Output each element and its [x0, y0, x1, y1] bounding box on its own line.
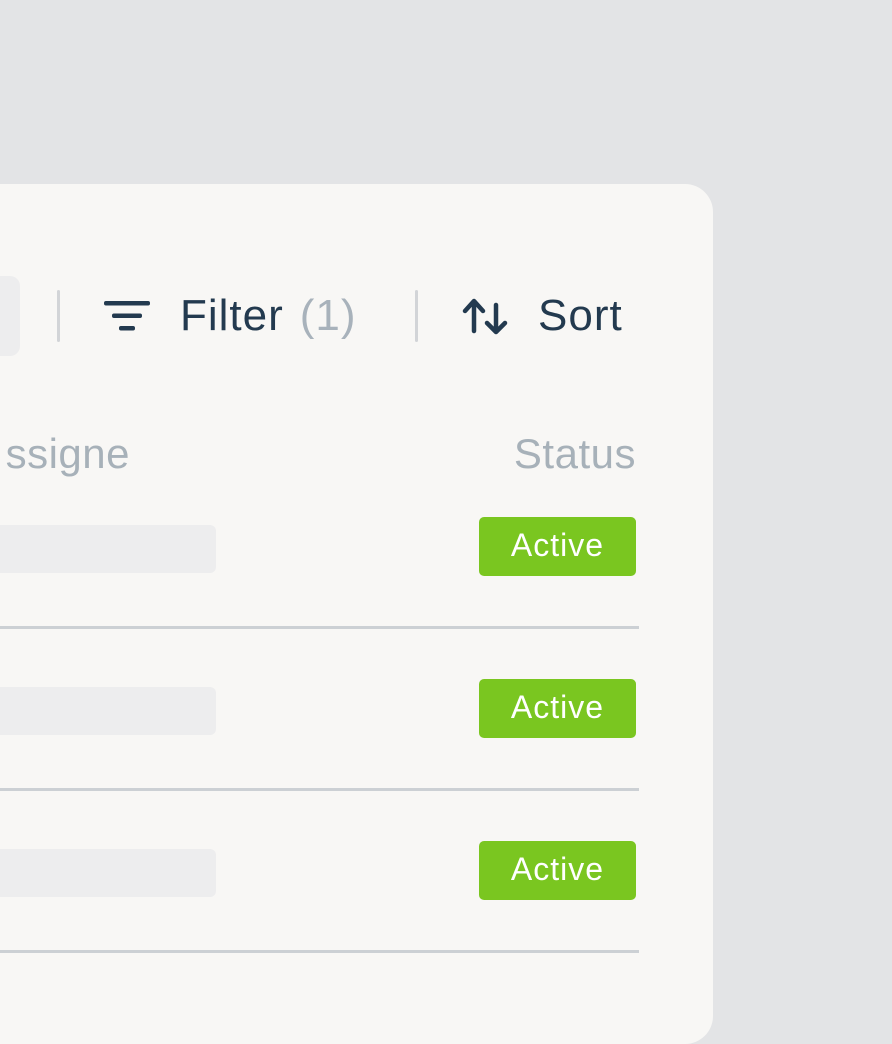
row-divider: [0, 950, 639, 953]
status-badge: Active: [479, 841, 636, 900]
table-row[interactable]: Active: [0, 671, 639, 833]
row-divider: [0, 788, 639, 791]
sort-button[interactable]: Sort: [462, 286, 623, 346]
filter-label: Filter: [180, 291, 284, 340]
table-row[interactable]: Active: [0, 833, 639, 995]
assignee-placeholder: [0, 849, 216, 897]
filter-button[interactable]: Filter (1): [104, 286, 357, 346]
filter-count: (1): [299, 291, 357, 340]
assignee-placeholder: [0, 525, 216, 573]
row-divider: [0, 626, 639, 629]
toolbar-divider: [57, 290, 60, 342]
column-header-assignee[interactable]: ssigne: [0, 426, 130, 482]
filter-icon: [104, 299, 150, 333]
search-input[interactable]: [0, 276, 20, 356]
sort-label: Sort: [538, 291, 623, 340]
table-row[interactable]: Active: [0, 509, 639, 671]
status-badge: Active: [479, 517, 636, 576]
column-header-status[interactable]: Status: [514, 426, 636, 482]
status-badge: Active: [479, 679, 636, 738]
sort-arrows-icon: [462, 297, 508, 335]
assignee-placeholder: [0, 687, 216, 735]
toolbar-divider: [415, 290, 418, 342]
